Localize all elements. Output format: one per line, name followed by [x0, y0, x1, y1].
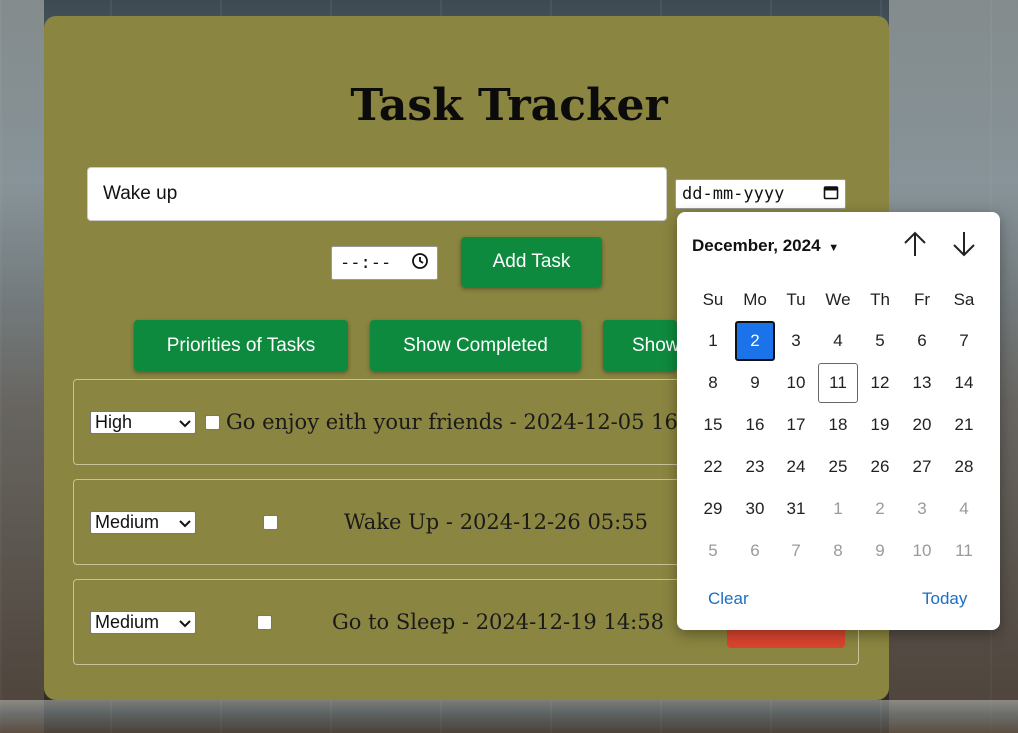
- calendar-day[interactable]: 2: [735, 321, 775, 361]
- month-year-label: December, 2024: [692, 236, 821, 255]
- priority-select[interactable]: High: [90, 411, 196, 434]
- calendar-day[interactable]: 13: [902, 363, 942, 403]
- priority-select-value: Medium: [95, 612, 160, 632]
- calendar-day[interactable]: 24: [776, 447, 816, 487]
- calendar-day[interactable]: 10: [776, 363, 816, 403]
- task-complete-checkbox[interactable]: [205, 415, 220, 430]
- task-text: Go enjoy eith your friends - 2024-12-05 …: [226, 410, 678, 434]
- calendar-icon[interactable]: [823, 184, 839, 205]
- calendar-day[interactable]: 30: [735, 489, 775, 529]
- page-title: Task Tracker: [350, 80, 668, 131]
- time-input-placeholder: --:--: [340, 253, 392, 273]
- calendar-day[interactable]: 12: [860, 363, 900, 403]
- show-completed-button[interactable]: Show Completed: [370, 320, 581, 371]
- arrow-up-icon[interactable]: [902, 230, 928, 265]
- calendar-day[interactable]: 9: [735, 363, 775, 403]
- date-picker-popup: December, 2024 ▼ Clear Today Su Mo Tu We Th F…: [677, 212, 1000, 630]
- task-text: Go to Sleep - 2024-12-19 14:58: [332, 610, 664, 634]
- calendar-day[interactable]: 21: [944, 405, 984, 445]
- calendar-day[interactable]: 28: [944, 447, 984, 487]
- calendar-day[interactable]: 8: [693, 363, 733, 403]
- task-complete-checkbox[interactable]: [263, 515, 278, 530]
- calendar-day-other-month[interactable]: 11: [944, 531, 984, 571]
- task-complete-checkbox[interactable]: [257, 615, 272, 630]
- chevron-down-icon: [179, 512, 191, 533]
- arrow-down-icon[interactable]: [951, 230, 977, 265]
- priority-select-value: Medium: [95, 512, 160, 532]
- calendar-day[interactable]: 25: [818, 447, 858, 487]
- calendar-day-other-month[interactable]: 5: [693, 531, 733, 571]
- day-of-week-label: Th: [870, 290, 890, 309]
- day-of-week-label: Fr: [913, 290, 931, 309]
- calendar-day[interactable]: 20: [902, 405, 942, 445]
- calendar-day-other-month[interactable]: 1: [818, 489, 858, 529]
- calendar-day[interactable]: 27: [902, 447, 942, 487]
- calendar-day[interactable]: 4: [818, 321, 858, 361]
- calendar-day-other-month[interactable]: 3: [902, 489, 942, 529]
- clock-icon[interactable]: [411, 252, 429, 275]
- day-of-week-label: Sa: [953, 290, 975, 309]
- calendar-day[interactable]: 19: [860, 405, 900, 445]
- today-button[interactable]: Today: [922, 589, 967, 609]
- calendar-day-other-month[interactable]: 4: [944, 489, 984, 529]
- calendar-day[interactable]: 22: [693, 447, 733, 487]
- calendar-day[interactable]: 1: [693, 321, 733, 361]
- calendar-day-other-month[interactable]: 10: [902, 531, 942, 571]
- show-pending-button[interactable]: Show: [603, 320, 677, 371]
- chevron-down-icon: [179, 412, 191, 433]
- calendar-day[interactable]: 14: [944, 363, 984, 403]
- chevron-down-icon: [179, 612, 191, 633]
- calendar-day[interactable]: 26: [860, 447, 900, 487]
- calendar-day-other-month[interactable]: 2: [860, 489, 900, 529]
- task-input[interactable]: Wake up: [87, 167, 667, 221]
- calendar-day[interactable]: 7: [944, 321, 984, 361]
- calendar-day[interactable]: 5: [860, 321, 900, 361]
- priority-select-value: High: [95, 412, 133, 432]
- day-of-week-label: We: [825, 290, 851, 309]
- calendar-day[interactable]: 15: [693, 405, 733, 445]
- calendar-day-other-month[interactable]: 6: [735, 531, 775, 571]
- clear-button[interactable]: Clear: [708, 589, 749, 609]
- calendar-day[interactable]: 29: [693, 489, 733, 529]
- calendar-day-other-month[interactable]: 7: [776, 531, 816, 571]
- calendar-day[interactable]: 6: [902, 321, 942, 361]
- calendar-day[interactable]: 3: [776, 321, 816, 361]
- calendar-day-other-month[interactable]: 8: [818, 531, 858, 571]
- background-image-bottom: [0, 700, 1018, 733]
- calendar-day[interactable]: 16: [735, 405, 775, 445]
- date-input[interactable]: dd-mm-yyyy: [675, 179, 846, 209]
- day-of-week-label: Mo: [743, 290, 767, 309]
- calendar-day[interactable]: 23: [735, 447, 775, 487]
- calendar-day[interactable]: 17: [776, 405, 816, 445]
- task-input-value: Wake up: [103, 183, 178, 204]
- calendar-day-other-month[interactable]: 9: [860, 531, 900, 571]
- month-year-selector[interactable]: December, 2024 ▼: [692, 236, 839, 256]
- calendar-day[interactable]: 18: [818, 405, 858, 445]
- priority-select[interactable]: Medium: [90, 611, 196, 634]
- calendar-day[interactable]: 11: [818, 363, 858, 403]
- add-task-button[interactable]: Add Task: [461, 237, 602, 287]
- day-of-week-label: Su: [702, 290, 724, 309]
- day-of-week-label: Tu: [786, 290, 806, 309]
- time-input[interactable]: --:--: [331, 246, 438, 280]
- priority-select[interactable]: Medium: [90, 511, 196, 534]
- date-input-placeholder: dd-mm-yyyy: [682, 184, 785, 204]
- task-text: Wake Up - 2024-12-26 05:55: [344, 510, 648, 534]
- priorities-of-tasks-button[interactable]: Priorities of Tasks: [134, 320, 348, 371]
- caret-down-icon: ▼: [828, 242, 840, 254]
- calendar-day[interactable]: 31: [776, 489, 816, 529]
